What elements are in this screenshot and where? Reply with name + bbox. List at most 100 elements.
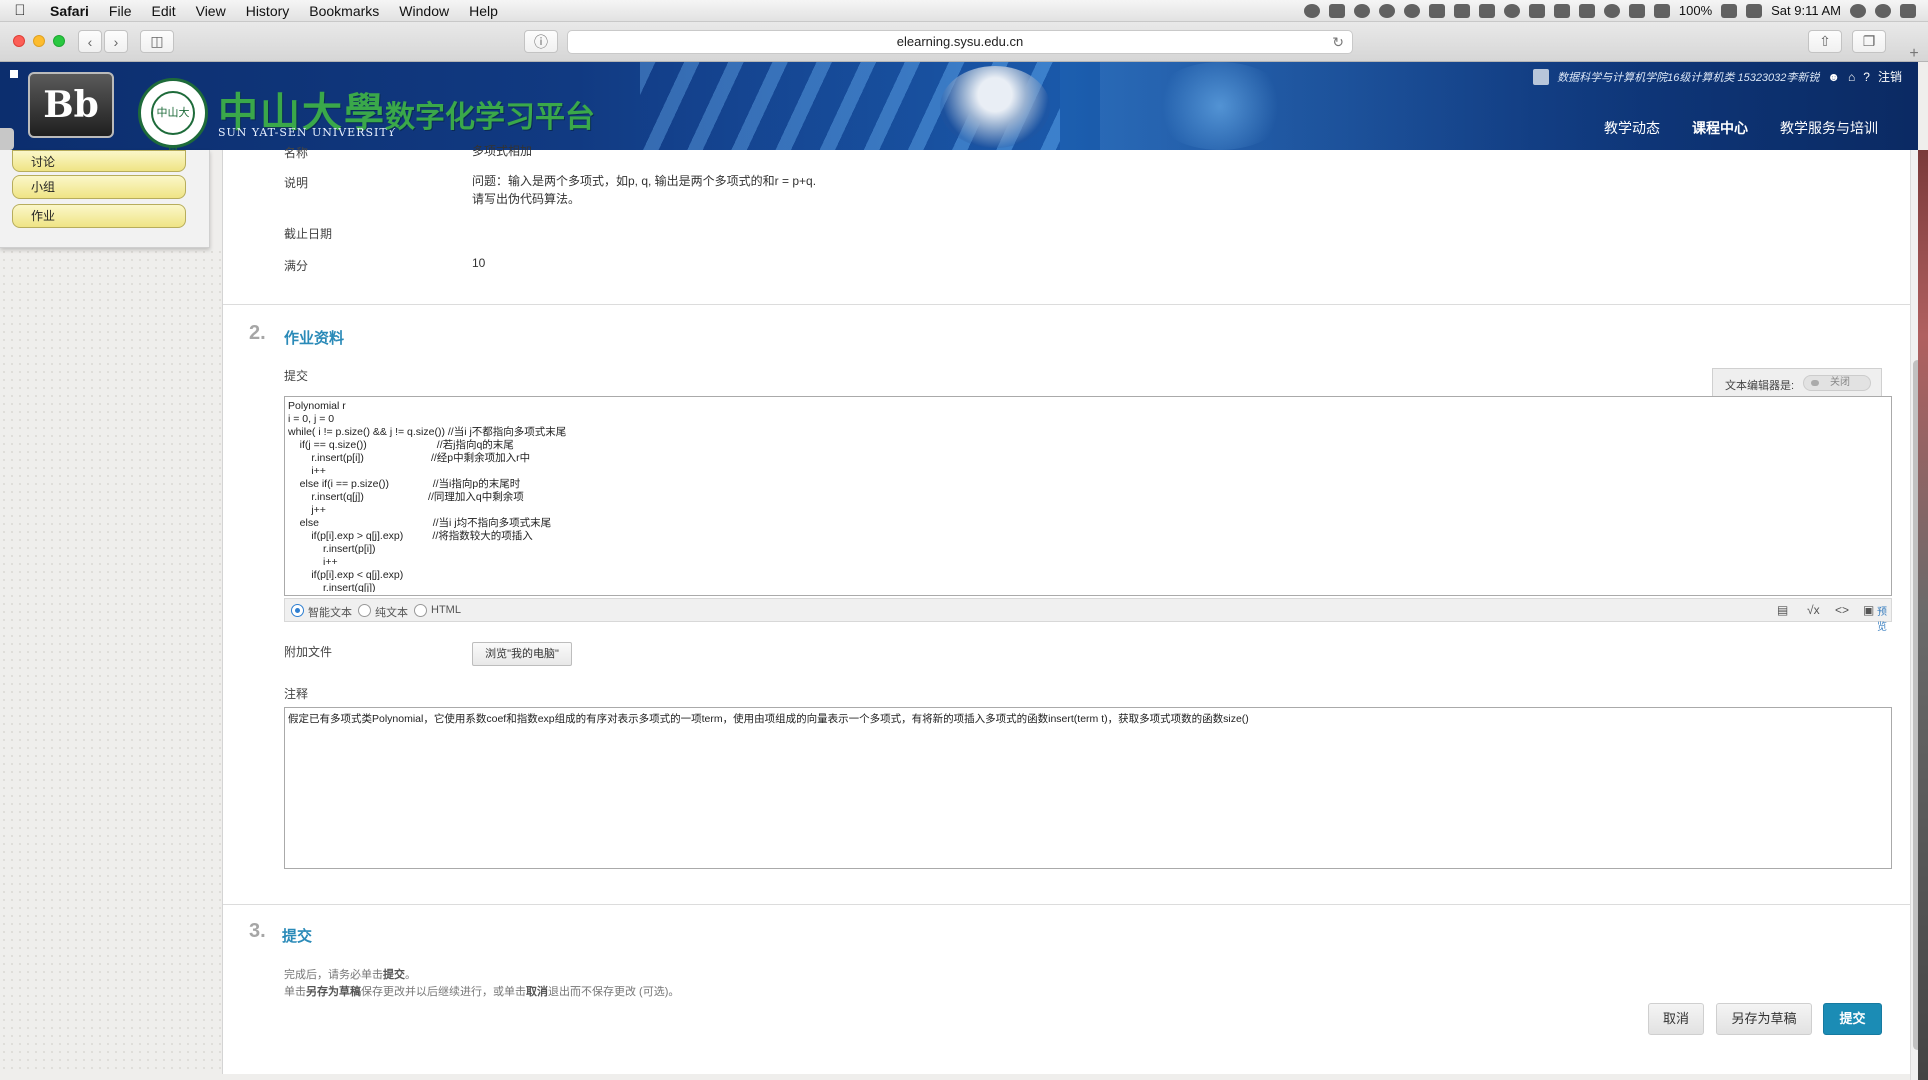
text-editor-state: 关闭 xyxy=(1830,377,1850,388)
microphone-icon[interactable] xyxy=(1428,3,1445,18)
new-tab-icon[interactable]: + xyxy=(1906,46,1922,62)
top-navigation: 教学动态 课程中心 教学服务与培训 xyxy=(1604,118,1878,138)
tab-teaching-news[interactable]: 教学动态 xyxy=(1604,118,1660,138)
spotlight-search-icon[interactable] xyxy=(1850,3,1866,18)
text-editor-switch[interactable]: 关闭 xyxy=(1803,375,1871,391)
share-icon[interactable]: ⇧ xyxy=(1808,30,1842,53)
description-line-1: 问题：输入是两个多项式，如p, q, 输出是两个多项式的和r = p+q. xyxy=(472,174,817,188)
step-number-2: 2. xyxy=(249,322,266,344)
back-button[interactable]: ‹ xyxy=(78,30,102,53)
cloud-sync-icon[interactable] xyxy=(1403,3,1420,18)
apple-menu-icon[interactable]:  xyxy=(0,2,40,19)
menu-bookmarks[interactable]: Bookmarks xyxy=(299,3,389,19)
notes-textarea[interactable]: 假定已有多项式类Polynomial，它使用系数coef和指数exp组成的有序对… xyxy=(284,707,1892,869)
qq-icon[interactable] xyxy=(1353,3,1370,18)
blackboard-logo[interactable]: Bb xyxy=(28,72,114,138)
mode-html-radio[interactable] xyxy=(414,604,427,617)
university-seal-logo: 中山大學 xyxy=(138,78,208,150)
spellcheck-icon[interactable]: ▤ xyxy=(1777,603,1788,619)
sidebar-toggle-icon[interactable]: ◫ xyxy=(140,30,174,53)
menu-history[interactable]: History xyxy=(236,3,300,19)
notification-center-icon[interactable] xyxy=(1900,3,1916,18)
siri-icon[interactable] xyxy=(1875,3,1891,18)
banner-scientist-image xyxy=(940,66,1050,148)
submission-text[interactable]: Polynomial r i = 0, j = 0 while( i != p.… xyxy=(288,400,1888,592)
logout-link[interactable]: 注销 xyxy=(1878,68,1902,85)
switch-knob xyxy=(1811,380,1819,386)
address-url: elearning.sysu.edu.cn xyxy=(896,34,1024,49)
mode-plain-text-radio[interactable] xyxy=(358,604,371,617)
save-draft-button[interactable]: 另存为草稿 xyxy=(1716,1003,1812,1035)
instruction-bold: 提交 xyxy=(383,969,405,981)
menu-collapse-handle[interactable] xyxy=(0,128,14,150)
course-menu-item-discussion[interactable]: 讨论 xyxy=(12,150,186,172)
volume-icon[interactable] xyxy=(1653,3,1670,18)
reload-icon[interactable]: ↻ xyxy=(1332,31,1344,53)
show-tabs-icon[interactable]: ❐ xyxy=(1852,30,1886,53)
folder-icon[interactable] xyxy=(1328,3,1345,18)
math-formula-icon[interactable]: √x xyxy=(1807,603,1820,619)
close-window-button[interactable] xyxy=(13,35,25,47)
user-name[interactable]: 数据科学与计算机学院16级计算机类 15323032李新锐 xyxy=(1557,69,1819,85)
avatar[interactable] xyxy=(1533,68,1550,85)
airplay-icon[interactable] xyxy=(1628,3,1645,18)
send-icon[interactable] xyxy=(1528,3,1545,18)
instruction-line-2: 单击另存为草稿保存更改并以后继续进行，或单击取消退出而不保存更改 (可选)。 xyxy=(284,983,679,999)
zoom-window-button[interactable] xyxy=(53,35,65,47)
notes-label: 注释 xyxy=(284,687,309,701)
menu-edit[interactable]: Edit xyxy=(141,3,185,19)
glasses-icon[interactable] xyxy=(1578,3,1595,18)
instruction-text: 单击 xyxy=(284,986,306,998)
help-icon[interactable]: ? xyxy=(1863,70,1870,84)
battery-icon[interactable] xyxy=(1721,3,1738,18)
dictionary-icon[interactable] xyxy=(1453,3,1470,18)
preview-icon[interactable]: ▣ xyxy=(1863,603,1874,619)
tab-course-center[interactable]: 课程中心 xyxy=(1692,118,1748,138)
section-divider xyxy=(223,904,1911,905)
user-bar: 数据科学与计算机学院16级计算机类 15323032李新锐 ☻ ⌂ ? 注销 xyxy=(1533,68,1902,85)
submit-button[interactable]: 提交 xyxy=(1823,1003,1882,1035)
user-icon[interactable]: ☻ xyxy=(1827,70,1840,84)
minimize-window-button[interactable] xyxy=(33,35,45,47)
forward-button[interactable]: › xyxy=(104,30,128,53)
menu-clock[interactable]: Sat 9:11 AM xyxy=(1771,3,1841,18)
text-editor-label: 文本编辑器是: xyxy=(1725,380,1795,392)
preview-link[interactable]: 预览 xyxy=(1877,603,1891,633)
mode-html-label[interactable]: HTML xyxy=(431,604,461,616)
home-icon[interactable]: ⌂ xyxy=(1848,70,1855,84)
wifi-icon[interactable] xyxy=(1603,3,1620,18)
cloud-icon[interactable] xyxy=(1378,3,1395,18)
bb-home-icon[interactable] xyxy=(10,70,18,78)
browser-toolbar: ‹ › ◫ ⓘ elearning.sysu.edu.cn ↻ ⇧ ❐ xyxy=(0,22,1928,62)
code-source-icon[interactable]: <> xyxy=(1835,603,1849,619)
menu-view[interactable]: View xyxy=(186,3,236,19)
lock-icon[interactable] xyxy=(1478,3,1495,18)
mode-smart-text-radio[interactable] xyxy=(291,604,304,617)
browse-my-computer-button[interactable]: 浏览"我的电脑" xyxy=(472,642,572,666)
tab-teaching-services[interactable]: 教学服务与培训 xyxy=(1780,118,1878,138)
menu-help[interactable]: Help xyxy=(459,3,508,19)
description-label: 说明 xyxy=(284,176,309,190)
info-icon[interactable] xyxy=(1503,3,1520,18)
menu-app-name[interactable]: Safari xyxy=(40,3,99,19)
menu-file[interactable]: File xyxy=(99,3,142,19)
mode-plain-text-label[interactable]: 纯文本 xyxy=(375,604,408,620)
s-app-icon[interactable] xyxy=(1746,3,1763,18)
mode-smart-text-label[interactable]: 智能文本 xyxy=(308,604,352,620)
submission-textarea[interactable]: Polynomial r i = 0, j = 0 while( i != p.… xyxy=(284,396,1892,596)
text-editor-toggle[interactable]: 文本编辑器是: 关闭 xyxy=(1712,368,1882,396)
menu-window[interactable]: Window xyxy=(389,3,459,19)
points-label: 满分 xyxy=(284,259,309,273)
notes-text[interactable]: 假定已有多项式类Polynomial，它使用系数coef和指数exp组成的有序对… xyxy=(288,711,1249,726)
instruction-line-1: 完成后，请务必单击提交。 xyxy=(284,966,416,982)
instruction-text: 保存更改并以后继续进行，或单击 xyxy=(361,986,526,998)
course-menu-item-assignments[interactable]: 作业 xyxy=(12,204,186,228)
due-date-label: 截止日期 xyxy=(284,227,333,241)
cancel-button[interactable]: 取消 xyxy=(1648,1003,1704,1035)
section-divider xyxy=(223,304,1911,305)
site-info-icon[interactable]: ⓘ xyxy=(524,30,558,53)
address-bar[interactable]: elearning.sysu.edu.cn ↻ xyxy=(567,30,1353,54)
wechat-icon[interactable] xyxy=(1303,3,1320,18)
course-menu-item-groups[interactable]: 小组 xyxy=(12,175,186,199)
screen-capture-icon[interactable] xyxy=(1553,3,1570,18)
